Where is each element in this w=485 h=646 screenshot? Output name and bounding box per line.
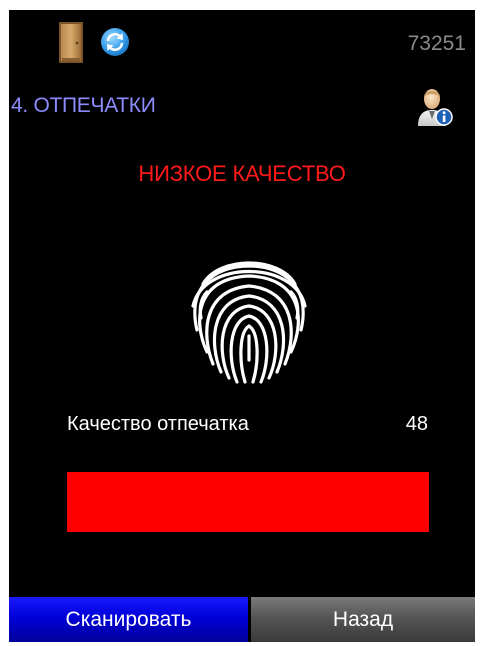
status-bar: 73251	[9, 10, 475, 64]
device-id: 73251	[407, 32, 466, 55]
back-button[interactable]: Назад	[251, 597, 475, 642]
page-title: 4. ОТПЕЧАТКИ	[11, 94, 156, 117]
quality-status-text: НИЗКОЕ КАЧЕСТВО	[138, 161, 346, 186]
title-row: 4. ОТПЕЧАТКИ	[9, 86, 475, 126]
sync-icon	[101, 28, 129, 56]
fingerprint-icon	[191, 261, 307, 384]
quality-label: Качество отпечатка	[67, 413, 249, 435]
bottom-bar: Сканировать Назад	[9, 597, 475, 642]
door-icon	[59, 22, 83, 63]
device-frame: 73251 4. ОТПЕЧАТКИ НИЗКОЕ КАЧЕСТВО Качес…	[0, 0, 485, 646]
scan-button[interactable]: Сканировать	[9, 597, 248, 642]
quality-bar-fill	[67, 472, 429, 532]
quality-bar	[67, 472, 429, 532]
user-info-icon[interactable]	[415, 86, 453, 126]
quality-value: 48	[405, 413, 428, 435]
screen: 73251 4. ОТПЕЧАТКИ НИЗКОЕ КАЧЕСТВО Качес…	[9, 10, 475, 642]
